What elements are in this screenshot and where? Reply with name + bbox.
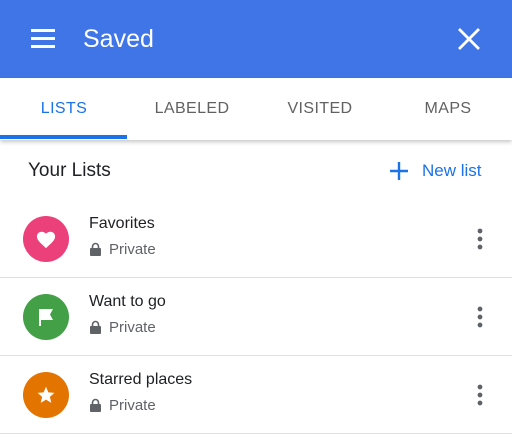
privacy-label: Private bbox=[109, 318, 156, 336]
new-list-label: New list bbox=[422, 161, 482, 180]
heart-icon bbox=[23, 216, 69, 262]
list-privacy: Private bbox=[89, 317, 156, 337]
more-options-icon[interactable] bbox=[470, 305, 490, 329]
close-icon[interactable] bbox=[457, 27, 481, 51]
privacy-label: Private bbox=[109, 240, 156, 258]
list-name: Want to go bbox=[89, 293, 166, 310]
star-icon bbox=[23, 372, 69, 418]
page-title: Saved bbox=[83, 25, 154, 53]
list-privacy: Private bbox=[89, 395, 156, 415]
menu-icon[interactable] bbox=[31, 29, 55, 48]
list-item[interactable]: Favorites Private bbox=[0, 200, 512, 278]
tab-maps[interactable]: MAPS bbox=[384, 78, 512, 140]
tab-labeled[interactable]: LABELED bbox=[128, 78, 256, 140]
tab-visited[interactable]: VISITED bbox=[256, 78, 384, 140]
new-list-button[interactable]: New list bbox=[388, 156, 482, 186]
list-item[interactable]: Starred places Private bbox=[0, 356, 512, 434]
more-options-icon[interactable] bbox=[470, 383, 490, 407]
list-privacy: Private bbox=[89, 239, 156, 259]
active-tab-indicator bbox=[0, 135, 127, 139]
lock-icon bbox=[89, 398, 102, 412]
app-header: Saved bbox=[0, 0, 512, 78]
tab-bar: LISTS LABELED VISITED MAPS bbox=[0, 78, 512, 140]
plus-icon bbox=[388, 160, 410, 182]
flag-icon bbox=[23, 294, 69, 340]
saved-panel: Saved LISTS LABELED VISITED MAPS Your Li… bbox=[0, 0, 512, 437]
section-title: Your Lists bbox=[28, 160, 111, 181]
tab-lists[interactable]: LISTS bbox=[0, 78, 128, 140]
more-options-icon[interactable] bbox=[470, 227, 490, 251]
lock-icon bbox=[89, 320, 102, 334]
list-name: Favorites bbox=[89, 215, 155, 232]
list-name: Starred places bbox=[89, 371, 193, 388]
lock-icon bbox=[89, 242, 102, 256]
list-item[interactable]: Want to go Private bbox=[0, 278, 512, 356]
privacy-label: Private bbox=[109, 396, 156, 414]
